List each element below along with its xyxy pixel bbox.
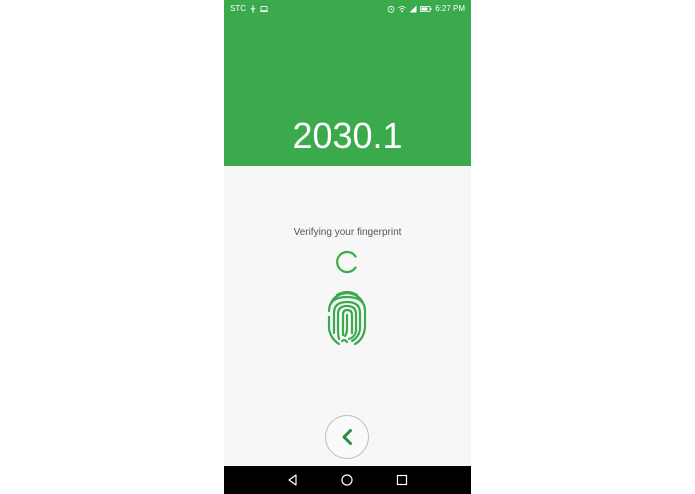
- loading-spinner-icon: [336, 250, 357, 274]
- carrier-label: STC: [230, 4, 246, 13]
- battery-icon: [420, 5, 432, 12]
- amount-header: STC 6:27 PM 2030.1: [224, 0, 471, 166]
- phone-screen: STC 6:27 PM 2030.1 Verifying your finger…: [224, 0, 471, 494]
- fingerprint-icon: [327, 290, 367, 346]
- verification-message: Verifying your fingerprint: [293, 227, 402, 238]
- screen-icon: [260, 5, 268, 12]
- system-nav-bar: [224, 466, 471, 494]
- back-triangle-icon[interactable]: [286, 473, 300, 487]
- signal-icon: [409, 5, 417, 12]
- recents-square-icon[interactable]: [395, 473, 409, 487]
- usb-icon: [250, 4, 256, 13]
- chevron-left-icon: [342, 429, 352, 445]
- status-bar: STC 6:27 PM: [224, 0, 471, 17]
- alarm-icon: [387, 5, 395, 13]
- home-circle-icon[interactable]: [340, 473, 354, 487]
- wifi-icon: [398, 5, 406, 12]
- payment-amount: 2030.1: [292, 115, 403, 156]
- back-button[interactable]: [325, 415, 369, 459]
- status-time: 6:27 PM: [435, 4, 465, 13]
